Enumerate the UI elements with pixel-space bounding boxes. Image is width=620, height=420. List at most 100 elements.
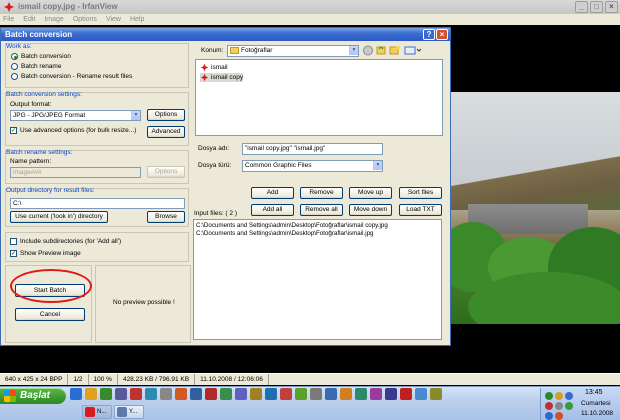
name-pattern-input[interactable]: image### bbox=[10, 167, 141, 178]
radio-batch-rename[interactable]: Batch rename bbox=[11, 63, 61, 70]
clock-date: 11.10.2008 bbox=[581, 410, 614, 417]
use-current-dir-button[interactable]: Use current ('look in') directory bbox=[10, 211, 108, 223]
clock-day: Cumartesi bbox=[581, 400, 611, 407]
app-icon[interactable] bbox=[295, 388, 307, 400]
minimize-button[interactable]: _ bbox=[575, 1, 588, 13]
close-window-button[interactable]: × bbox=[605, 1, 618, 13]
move-up-button[interactable]: Move up bbox=[349, 187, 392, 199]
irfanview-titlebar: ismail copy.jpg - IrfanView _ □ × bbox=[0, 0, 620, 14]
app-icon[interactable] bbox=[430, 388, 442, 400]
include-subdirs-checkbox[interactable]: Include subdirectories (for 'Add all') bbox=[10, 238, 121, 245]
app-icon[interactable] bbox=[220, 388, 232, 400]
taskbar-item-second[interactable]: Y... bbox=[114, 405, 144, 419]
highlight-circle bbox=[10, 269, 92, 303]
tray-icon[interactable] bbox=[555, 392, 563, 400]
navigation-toolbar bbox=[363, 45, 422, 56]
menubar: File Edit Image Options View Help bbox=[0, 14, 620, 25]
app-icon[interactable] bbox=[310, 388, 322, 400]
taskbar-item-irfanview[interactable]: N... bbox=[82, 405, 112, 419]
output-format-select[interactable]: JPG - JPG/JPEG Format ▼ bbox=[10, 110, 141, 121]
ie-icon[interactable] bbox=[70, 388, 82, 400]
app-icon[interactable] bbox=[265, 388, 277, 400]
app-icon[interactable] bbox=[145, 388, 157, 400]
output-dir-input[interactable]: C:\ bbox=[10, 198, 185, 209]
input-files-list[interactable]: C:\Documents and Settings\admin\Desktop\… bbox=[193, 219, 442, 340]
preview-box: No preview possible ! bbox=[95, 265, 191, 343]
look-in-label: Konum: bbox=[201, 47, 224, 54]
file-type-label: Dosya türü: bbox=[198, 162, 232, 169]
app-icon[interactable] bbox=[115, 388, 127, 400]
add-all-button[interactable]: Add all bbox=[251, 204, 294, 216]
file-item[interactable]: ismail copy bbox=[200, 73, 244, 82]
menu-help[interactable]: Help bbox=[130, 14, 144, 25]
remove-all-button[interactable]: Remove all bbox=[300, 204, 343, 216]
move-down-button[interactable]: Move down bbox=[349, 204, 392, 216]
look-in-select[interactable]: Fotoğraflar ▼ bbox=[227, 45, 359, 57]
media-icon[interactable] bbox=[100, 388, 112, 400]
preview-message: No preview possible ! bbox=[113, 299, 175, 306]
app-icon[interactable] bbox=[205, 388, 217, 400]
app-icon[interactable] bbox=[175, 388, 187, 400]
app-icon[interactable] bbox=[130, 388, 142, 400]
close-dialog-button[interactable]: × bbox=[436, 29, 448, 40]
clock-time[interactable]: 13:45 bbox=[585, 389, 603, 396]
status-dimensions: 640 x 425 x 24 BPP bbox=[0, 374, 69, 385]
app-icon[interactable] bbox=[385, 388, 397, 400]
tray-icon[interactable] bbox=[565, 392, 573, 400]
file-item[interactable]: ismail bbox=[200, 63, 228, 72]
window-title: ismail copy.jpg - IrfanView bbox=[18, 2, 118, 11]
input-file-row[interactable]: C:\Documents and Settings\admin\Desktop\… bbox=[196, 222, 439, 230]
menu-edit[interactable]: Edit bbox=[23, 14, 35, 25]
tray-icon[interactable] bbox=[565, 402, 573, 410]
app-icon[interactable] bbox=[325, 388, 337, 400]
volume-icon[interactable] bbox=[555, 402, 563, 410]
dialog-titlebar: Batch conversion ? × bbox=[1, 28, 450, 41]
irfanview-icon bbox=[85, 407, 95, 417]
name-pattern-label: Name pattern: bbox=[10, 158, 52, 165]
file-list[interactable]: ismail ismail copy bbox=[195, 59, 443, 136]
file-type-select[interactable]: Common Graphic Files ▼ bbox=[242, 160, 383, 172]
maximize-button[interactable]: □ bbox=[590, 1, 603, 13]
input-file-row[interactable]: C:\Documents and Settings\admin\Desktop\… bbox=[196, 230, 439, 238]
tray-icon[interactable] bbox=[545, 402, 553, 410]
app-icon[interactable] bbox=[235, 388, 247, 400]
load-txt-button[interactable]: Load TXT bbox=[399, 204, 442, 216]
app-icon[interactable] bbox=[280, 388, 292, 400]
folder-icon[interactable] bbox=[85, 388, 97, 400]
file-name-input[interactable]: "ismail copy.jpg" "ismail.jpg" bbox=[242, 143, 383, 155]
app-icon[interactable] bbox=[415, 388, 427, 400]
rename-options-button[interactable]: Options bbox=[147, 166, 185, 178]
show-preview-checkbox[interactable]: ✓ Show Preview image bbox=[10, 250, 81, 257]
format-options-button[interactable]: Options bbox=[147, 109, 185, 121]
help-button[interactable]: ? bbox=[423, 29, 435, 40]
radio-batch-conversion[interactable]: Batch conversion bbox=[11, 53, 71, 60]
file-name-label: Dosya adı: bbox=[198, 145, 230, 152]
app-icon[interactable] bbox=[400, 388, 412, 400]
remove-button[interactable]: Remove bbox=[300, 187, 343, 199]
add-button[interactable]: Add bbox=[251, 187, 294, 199]
view-menu-icon bbox=[404, 46, 416, 55]
radio-conversion-rename[interactable]: Batch conversion - Rename result files bbox=[11, 73, 132, 80]
menu-file[interactable]: File bbox=[3, 14, 14, 25]
app-icon[interactable] bbox=[160, 388, 172, 400]
app-icon[interactable] bbox=[355, 388, 367, 400]
advanced-options-checkbox[interactable]: ✓ Use advanced options (for bulk resize..… bbox=[10, 127, 136, 134]
app-icon[interactable] bbox=[250, 388, 262, 400]
tray-icon[interactable] bbox=[545, 412, 553, 420]
menu-image[interactable]: Image bbox=[44, 14, 63, 25]
network-icon[interactable] bbox=[545, 392, 553, 400]
app-icon[interactable] bbox=[340, 388, 352, 400]
start-button[interactable]: Başlat bbox=[0, 388, 66, 404]
cancel-button[interactable]: Cancel bbox=[15, 308, 85, 321]
menu-options[interactable]: Options bbox=[73, 14, 97, 25]
irfanview-file-icon bbox=[200, 63, 209, 72]
sort-files-button[interactable]: Sort files bbox=[399, 187, 442, 199]
dialog-title: Batch conversion bbox=[5, 30, 73, 39]
taskbar: Başlat N... Y... 13:45 Cumartesi 11.10.2… bbox=[0, 386, 620, 420]
browse-button[interactable]: Browse bbox=[147, 211, 185, 223]
menu-view[interactable]: View bbox=[106, 14, 121, 25]
advanced-button[interactable]: Advanced bbox=[147, 126, 185, 138]
app-icon[interactable] bbox=[370, 388, 382, 400]
app-icon[interactable] bbox=[190, 388, 202, 400]
tray-icon[interactable] bbox=[555, 412, 563, 420]
